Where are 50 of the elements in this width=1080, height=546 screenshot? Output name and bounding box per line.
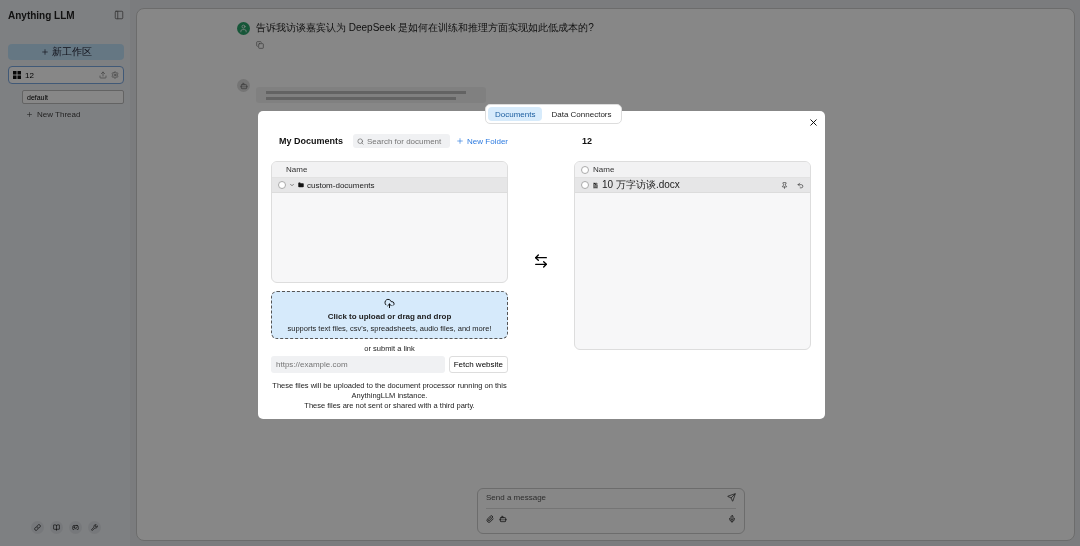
user-message: 告诉我访谈嘉宾认为 DeepSeek 是如何在训练和推理方面实现如此低成本的?	[256, 21, 594, 35]
modal-title: My Documents	[279, 136, 343, 146]
document-row[interactable]: 10 万字访谈.docx	[575, 178, 810, 193]
send-icon[interactable]	[727, 493, 736, 502]
plus-icon	[456, 137, 465, 145]
plus-icon	[26, 111, 33, 118]
copy-icon[interactable]	[256, 41, 264, 49]
pin-icon[interactable]	[781, 181, 788, 189]
document-name: 10 万字访谈.docx	[602, 178, 681, 192]
document-name: custom-documents	[307, 180, 375, 190]
wrench-icon[interactable]	[88, 521, 101, 534]
close-button[interactable]	[808, 117, 819, 128]
document-row[interactable]: custom-documents	[272, 178, 507, 193]
workspace-name: 12	[25, 70, 35, 80]
new-thread-button[interactable]: New Thread	[8, 110, 124, 119]
gamepad-icon[interactable]	[69, 521, 82, 534]
chevron-icon[interactable]	[289, 182, 295, 188]
modal-tab[interactable]: Documents	[488, 107, 543, 121]
column-header: Name	[272, 162, 507, 178]
plus-icon	[40, 48, 49, 56]
book-icon[interactable]	[50, 521, 63, 534]
url-field[interactable]: https://example.com	[271, 356, 445, 373]
undo-icon[interactable]	[797, 181, 804, 189]
new-folder-button[interactable]: New Folder	[456, 136, 508, 146]
row-checkbox[interactable]	[278, 181, 286, 189]
new-workspace-button[interactable]: 新工作区	[8, 44, 124, 60]
assistant-avatar-icon	[237, 79, 250, 92]
grid-icon	[13, 71, 21, 79]
search-field[interactable]: Search for document	[353, 134, 451, 148]
column-header: Name	[575, 162, 810, 178]
paperclip-icon[interactable]	[486, 515, 494, 523]
file-icon	[592, 181, 599, 189]
settings-icon[interactable]	[111, 71, 119, 79]
brand-logo: Anything LLM	[8, 9, 75, 21]
composer-placeholder: Send a message	[486, 493, 547, 502]
fetch-website-button[interactable]: Fetch website	[448, 356, 508, 373]
workspace-title: 12	[582, 135, 593, 148]
workspace-item[interactable]: 12	[8, 66, 124, 84]
mic-icon[interactable]	[728, 515, 736, 523]
user-avatar-icon	[237, 21, 250, 35]
row-checkbox[interactable]	[581, 181, 589, 189]
modal-tab[interactable]: Data Connectors	[544, 107, 619, 121]
sidebar-toggle-icon[interactable]	[114, 10, 124, 20]
swap-arrows-icon[interactable]	[533, 253, 549, 269]
message-composer[interactable]: Send a message	[477, 488, 745, 534]
folder-icon	[298, 182, 304, 188]
link-icon[interactable]	[31, 521, 44, 534]
cloud-upload-icon	[384, 297, 395, 309]
search-icon	[357, 137, 364, 145]
upload-icon[interactable]	[99, 71, 107, 79]
